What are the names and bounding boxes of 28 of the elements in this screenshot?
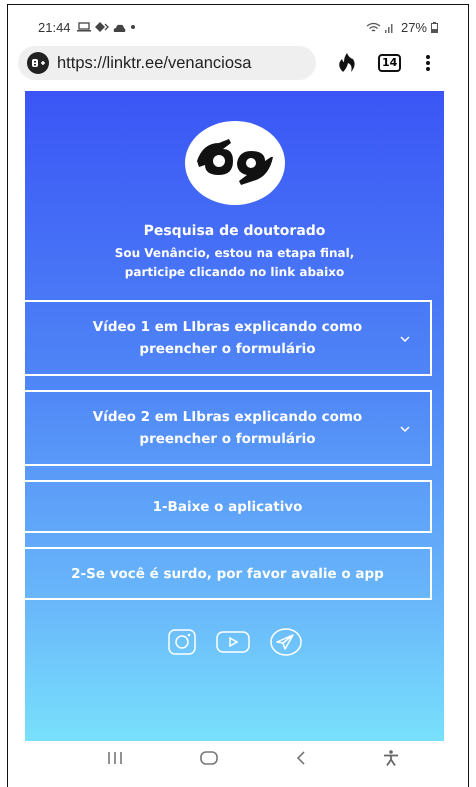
link-button[interactable]: 1-Baixe o aplicativo [25, 480, 432, 533]
more-menu-icon[interactable] [426, 55, 430, 71]
chevron-down-icon [400, 426, 410, 432]
battery-percent: 27% [400, 20, 427, 34]
site-info-icon [27, 52, 49, 74]
cloud-icon [112, 22, 126, 32]
profile-title: Pesquisa de doutorado [144, 223, 326, 239]
flame-icon[interactable] [338, 53, 356, 73]
home-icon[interactable] [200, 751, 218, 765]
profile-bio: participe clicando no link abaixo [124, 264, 344, 281]
tab-count-button[interactable]: 14 [378, 54, 402, 72]
wifi-icon [366, 22, 381, 32]
recent-apps-icon[interactable] [106, 751, 123, 765]
url-text: https://linktr.ee/venanciosa [57, 54, 252, 72]
laptop-icon [76, 22, 91, 32]
dot-icon [130, 24, 136, 30]
diamond-arrows-icon [94, 22, 109, 32]
chevron-down-icon [400, 336, 410, 342]
signal-icon [384, 22, 395, 32]
address-bar[interactable]: https://linktr.ee/venanciosa [18, 46, 316, 80]
accordion-link[interactable]: Vídeo 2 em LIbras explicando como preencher o formulário [25, 390, 432, 466]
accessibility-icon[interactable] [383, 750, 400, 766]
status-time: 21:44 [38, 20, 71, 34]
battery-icon [431, 22, 438, 32]
link-button[interactable]: 2-Se você é surdo, por favor avalie o app [25, 547, 432, 600]
accordion-link[interactable]: Vídeo 1 em LIbras explicando como preencher o formulário [25, 300, 432, 376]
back-icon[interactable] [296, 751, 306, 765]
profile-bio: Sou Venâncio, estou na etapa final, [114, 245, 354, 262]
